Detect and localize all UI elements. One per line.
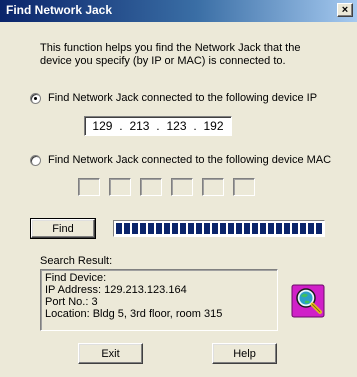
progress-segment [228, 223, 234, 234]
exit-button[interactable]: Exit [78, 343, 143, 364]
progress-segment [124, 223, 130, 234]
progress-segment [308, 223, 314, 234]
progress-segment [172, 223, 178, 234]
progress-segment [204, 223, 210, 234]
progress-segment [140, 223, 146, 234]
mac-octet-5 [202, 178, 224, 196]
mac-octet-3 [140, 178, 162, 196]
ip-separator-2: . [156, 119, 160, 133]
progress-segment [284, 223, 290, 234]
ip-octet-2[interactable]: 213 [129, 119, 149, 133]
progress-segment [244, 223, 250, 234]
mac-octet-4 [171, 178, 193, 196]
ip-separator-3: . [193, 119, 197, 133]
ip-octet-4[interactable]: 192 [204, 119, 224, 133]
help-button[interactable]: Help [212, 343, 277, 364]
ip-address-field[interactable]: 129 . 213 . 123 . 192 [84, 116, 232, 136]
result-line-3: Port No.: 3 [45, 296, 98, 308]
search-result-box: Find Device: IP Address: 129.213.123.164… [40, 269, 278, 331]
search-result-label: Search Result: [40, 255, 113, 267]
ip-octet-3[interactable]: 123 [166, 119, 186, 133]
window-title: Find Network Jack [6, 3, 113, 17]
progress-segment [236, 223, 242, 234]
find-network-jack-dialog: Find Network Jack × This function helps … [0, 0, 357, 377]
progress-segment [196, 223, 202, 234]
progress-segment [212, 223, 218, 234]
progress-segment [148, 223, 154, 234]
ip-separator-1: . [119, 119, 123, 133]
option-ip-label[interactable]: Find Network Jack connected to the follo… [48, 92, 317, 104]
result-line-2: IP Address: 129.213.123.164 [45, 284, 187, 296]
progress-segment [132, 223, 138, 234]
description: This function helps you find the Network… [40, 42, 330, 68]
progress-segment [316, 223, 322, 234]
progress-segment [276, 223, 282, 234]
result-line-1: Find Device: [45, 272, 107, 284]
description-line-1: This function helps you find the Network… [40, 42, 301, 54]
find-button[interactable]: Find [30, 218, 96, 239]
progress-segment [292, 223, 298, 234]
mac-octet-2 [109, 178, 131, 196]
mac-radio-button[interactable] [30, 154, 41, 166]
progress-segment [260, 223, 266, 234]
progress-segment [180, 223, 186, 234]
search-progress-bar [113, 220, 325, 237]
mac-address-field [78, 178, 264, 196]
progress-segment [116, 223, 122, 234]
close-icon: × [341, 3, 349, 16]
close-button[interactable]: × [337, 3, 353, 17]
option-mac[interactable]: Find Network Jack connected to the follo… [30, 154, 331, 166]
progress-segment [188, 223, 194, 234]
progress-segment [220, 223, 226, 234]
mac-octet-1 [78, 178, 100, 196]
result-line-4: Location: Bldg 5, 3rd floor, room 315 [45, 308, 223, 320]
network-search-icon [291, 284, 325, 318]
option-mac-label[interactable]: Find Network Jack connected to the follo… [48, 154, 331, 166]
progress-segment [156, 223, 162, 234]
progress-segment [164, 223, 170, 234]
mac-octet-6 [233, 178, 255, 196]
progress-segment [268, 223, 274, 234]
option-ip[interactable]: Find Network Jack connected to the follo… [30, 92, 317, 104]
title-bar[interactable]: Find Network Jack × [0, 0, 357, 22]
ip-octet-1[interactable]: 129 [92, 119, 112, 133]
ip-radio-button[interactable] [30, 92, 41, 104]
progress-segment [252, 223, 258, 234]
progress-segment [300, 223, 306, 234]
description-line-2: device you specify (by IP or MAC) is con… [40, 55, 286, 67]
